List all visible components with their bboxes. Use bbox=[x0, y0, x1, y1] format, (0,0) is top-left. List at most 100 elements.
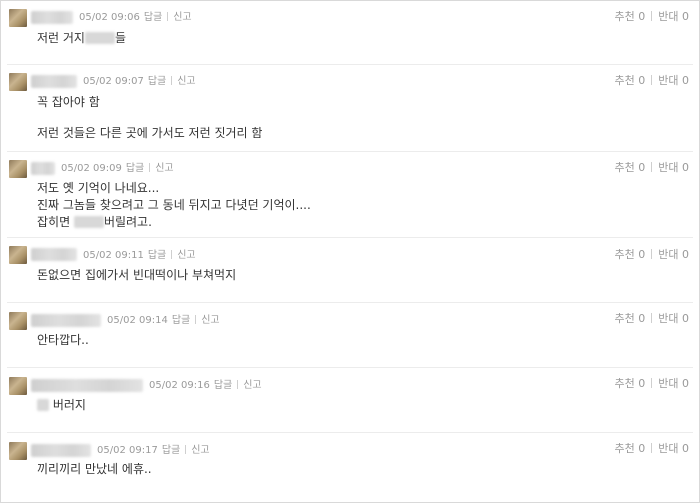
oppose-button[interactable]: 반대 0 bbox=[658, 10, 689, 23]
vote-controls: 추천 0 반대 0 bbox=[615, 161, 690, 174]
oppose-count: 0 bbox=[682, 248, 689, 261]
oppose-count: 0 bbox=[682, 74, 689, 87]
comment-time: 05/02 09:17 bbox=[97, 445, 158, 456]
reply-link[interactable]: 답글 bbox=[144, 12, 162, 23]
comment-meta: 05/02 09:09 답글 신고 bbox=[61, 163, 174, 175]
recommend-button[interactable]: 추천 0 bbox=[615, 74, 646, 87]
comment-time: 05/02 09:11 bbox=[83, 250, 144, 261]
comment-meta: 05/02 09:17 답글 신고 bbox=[97, 445, 210, 457]
reply-link[interactable]: 답글 bbox=[148, 76, 166, 87]
author-name-blurred bbox=[31, 11, 73, 24]
vote-controls: 추천 0 반대 0 bbox=[615, 377, 690, 390]
oppose-count: 0 bbox=[682, 377, 689, 390]
report-link[interactable]: 신고 bbox=[177, 76, 195, 87]
report-link[interactable]: 신고 bbox=[201, 315, 219, 326]
report-link[interactable]: 신고 bbox=[177, 250, 195, 261]
divider bbox=[651, 249, 653, 259]
divider bbox=[651, 313, 653, 323]
report-link[interactable]: 신고 bbox=[173, 12, 191, 23]
vote-controls: 추천 0 반대 0 bbox=[615, 442, 690, 455]
censored-text bbox=[84, 32, 115, 44]
comment-meta: 05/02 09:07 답글 신고 bbox=[83, 76, 196, 88]
recommend-count: 0 bbox=[638, 312, 646, 325]
recommend-button[interactable]: 추천 0 bbox=[615, 161, 646, 174]
recommend-button[interactable]: 추천 0 bbox=[615, 442, 646, 455]
comment-text: 안타깝다.. bbox=[37, 333, 89, 347]
oppose-button[interactable]: 반대 0 bbox=[658, 74, 689, 87]
recommend-count: 0 bbox=[638, 377, 646, 390]
recommend-count: 0 bbox=[638, 161, 646, 174]
divider bbox=[651, 378, 653, 388]
report-link[interactable]: 신고 bbox=[191, 445, 209, 456]
reply-link[interactable]: 답글 bbox=[126, 163, 144, 174]
author-name-blurred bbox=[31, 444, 91, 457]
vote-controls: 추천 0 반대 0 bbox=[615, 10, 690, 23]
comment-time: 05/02 09:09 bbox=[61, 163, 122, 174]
reply-link[interactable]: 답글 bbox=[172, 315, 190, 326]
divider bbox=[195, 315, 197, 324]
oppose-count: 0 bbox=[682, 442, 689, 455]
comment-meta: 05/02 09:14 답글 신고 bbox=[107, 315, 220, 327]
report-link[interactable]: 신고 bbox=[243, 380, 261, 391]
oppose-count: 0 bbox=[682, 10, 689, 23]
divider bbox=[185, 445, 187, 454]
avatar bbox=[9, 246, 27, 264]
comment-meta: 05/02 09:16 답글 신고 bbox=[149, 380, 262, 392]
vote-controls: 추천 0 반대 0 bbox=[615, 74, 690, 87]
comment-meta: 05/02 09:06 답글 신고 bbox=[79, 12, 192, 24]
divider bbox=[7, 432, 693, 433]
avatar bbox=[9, 312, 27, 330]
divider bbox=[149, 163, 151, 172]
comment-text: 잡히면 버릴려고. bbox=[37, 215, 152, 229]
vote-controls: 추천 0 반대 0 bbox=[615, 248, 690, 261]
reply-link[interactable]: 답글 bbox=[214, 380, 232, 391]
avatar bbox=[9, 160, 27, 178]
divider bbox=[7, 302, 693, 303]
comment-text: 꼭 잡아야 함 bbox=[37, 95, 100, 109]
divider bbox=[651, 162, 653, 172]
recommend-button[interactable]: 추천 0 bbox=[615, 377, 646, 390]
recommend-button[interactable]: 추천 0 bbox=[615, 248, 646, 261]
recommend-button[interactable]: 추천 0 bbox=[615, 10, 646, 23]
recommend-button[interactable]: 추천 0 bbox=[615, 312, 646, 325]
avatar bbox=[9, 9, 27, 27]
comment-text: 버러지 bbox=[37, 398, 86, 413]
comment-time: 05/02 09:14 bbox=[107, 315, 168, 326]
oppose-button[interactable]: 반대 0 bbox=[658, 161, 689, 174]
recommend-count: 0 bbox=[638, 10, 646, 23]
author-name-blurred bbox=[31, 379, 143, 392]
author-name-blurred bbox=[31, 75, 77, 88]
comment-time: 05/02 09:06 bbox=[79, 12, 140, 23]
comment-text: 돈없으면 집에가서 빈대떡이나 부쳐먹지 bbox=[37, 268, 237, 282]
comment-text: 저런 것들은 다른 곳에 가서도 저런 짓거리 함 bbox=[37, 126, 263, 140]
avatar bbox=[9, 73, 27, 91]
comment-text: 끼리끼리 만났네 에휴.. bbox=[37, 462, 152, 476]
avatar bbox=[9, 442, 27, 460]
vote-controls: 추천 0 반대 0 bbox=[615, 312, 690, 325]
author-name-blurred bbox=[31, 248, 77, 261]
censored-text bbox=[37, 399, 49, 411]
author-name-blurred bbox=[31, 314, 101, 327]
avatar bbox=[9, 377, 27, 395]
comment-time: 05/02 09:16 bbox=[149, 380, 210, 391]
oppose-button[interactable]: 반대 0 bbox=[658, 248, 689, 261]
oppose-count: 0 bbox=[682, 312, 689, 325]
oppose-button[interactable]: 반대 0 bbox=[658, 377, 689, 390]
comment-time: 05/02 09:07 bbox=[83, 76, 144, 87]
reply-link[interactable]: 답글 bbox=[162, 445, 180, 456]
comment-text: 저런 거지 들 bbox=[37, 31, 127, 45]
reply-link[interactable]: 답글 bbox=[148, 250, 166, 261]
censored-text bbox=[73, 216, 104, 228]
divider bbox=[651, 443, 653, 453]
oppose-button[interactable]: 반대 0 bbox=[658, 312, 689, 325]
divider bbox=[7, 64, 693, 65]
divider bbox=[651, 11, 653, 21]
comment-meta: 05/02 09:11 답글 신고 bbox=[83, 250, 196, 262]
report-link[interactable]: 신고 bbox=[155, 163, 173, 174]
divider bbox=[7, 151, 693, 152]
oppose-button[interactable]: 반대 0 bbox=[658, 442, 689, 455]
divider bbox=[171, 250, 173, 259]
recommend-count: 0 bbox=[638, 74, 646, 87]
divider bbox=[651, 75, 653, 85]
divider bbox=[171, 76, 173, 85]
